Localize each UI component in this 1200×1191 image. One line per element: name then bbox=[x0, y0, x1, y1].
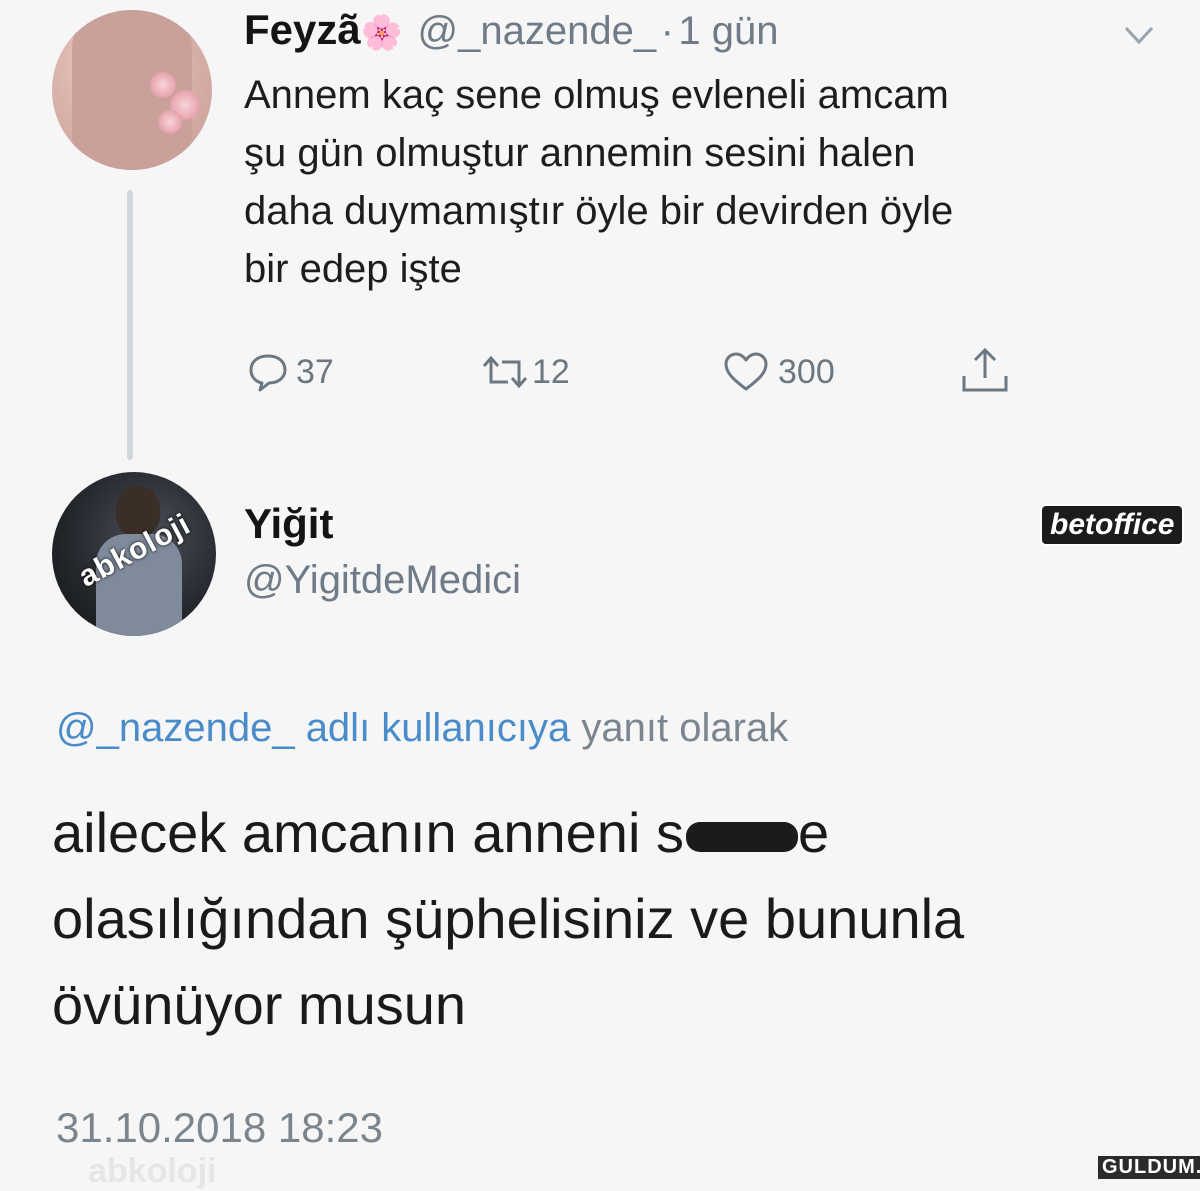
retweet-action[interactable]: 12 bbox=[480, 350, 570, 394]
tweet-text-segment: ailecek amcanın anneni s bbox=[52, 801, 684, 864]
like-icon bbox=[724, 352, 768, 391]
user-handle[interactable]: @YigitdeMedici bbox=[244, 558, 521, 603]
display-name[interactable]: Feyzã bbox=[244, 6, 361, 53]
tweet-timestamp[interactable]: 31.10.2018 18:23 bbox=[56, 1104, 383, 1152]
retweet-count: 12 bbox=[532, 352, 570, 391]
reply-icon bbox=[249, 354, 287, 392]
bottom-watermark: abkoloji bbox=[88, 1152, 217, 1190]
avatar[interactable]: abkoloji bbox=[52, 472, 216, 636]
tweet-text: ailecek amcanın anneni s e olasılığından … bbox=[52, 790, 964, 1048]
tweet-text-line: övünüyor musun bbox=[52, 973, 467, 1036]
tweet-text: Annem kaç sene olmuş evleneli amcam şu g… bbox=[244, 66, 953, 298]
flower-emoji-icon: 🌸 bbox=[360, 14, 404, 52]
betoffice-watermark: betoffice bbox=[1040, 504, 1185, 546]
display-name[interactable]: Yiğit bbox=[244, 500, 333, 548]
tweet-text-segment: e bbox=[797, 801, 830, 864]
like-action[interactable]: 300 bbox=[722, 350, 835, 394]
thread-connector-line bbox=[127, 190, 133, 460]
reply-action[interactable]: 37 bbox=[246, 350, 334, 394]
chevron-down-icon[interactable] bbox=[1122, 18, 1156, 52]
tweet-text-line: olasılığından şüphelisiniz ve bununla bbox=[52, 887, 965, 950]
reply-context: @_nazende_ adlı kullanıcıya yanıt olarak bbox=[56, 706, 788, 751]
tweet-time[interactable]: 1 gün bbox=[678, 9, 778, 53]
reply-context-suffix: yanıt olarak bbox=[581, 706, 789, 750]
flower-decoration bbox=[150, 72, 176, 98]
tweet-header: Feyzã🌸 @_nazende_ · 1 gün bbox=[244, 6, 778, 54]
like-count: 300 bbox=[778, 352, 835, 391]
tweet-text-line: Annem kaç sene olmuş evleneli amcam bbox=[244, 73, 949, 117]
guldum-watermark: GULDUM.NET bbox=[1098, 1156, 1200, 1179]
censor-scribble bbox=[685, 822, 798, 853]
tweet-text-line: ailecek amcanın anneni s e bbox=[52, 790, 964, 876]
user-handle[interactable]: @_nazende_ bbox=[418, 9, 657, 53]
tweet-text-line: daha duymamıştır öyle bir devirden öyle bbox=[244, 189, 954, 233]
tweet-text-line: bir edep işte bbox=[244, 247, 462, 291]
flower-decoration bbox=[158, 110, 182, 134]
reply-count: 37 bbox=[296, 352, 334, 391]
tweet-text-line: şu gün olmuştur annemin sesini halen bbox=[244, 131, 916, 175]
share-icon[interactable] bbox=[958, 346, 1012, 396]
separator-dot: · bbox=[660, 9, 674, 53]
avatar[interactable] bbox=[52, 10, 212, 170]
retweet-icon bbox=[482, 355, 528, 389]
reply-mention-link[interactable]: @_nazende_ adlı kullanıcıya bbox=[56, 706, 570, 750]
